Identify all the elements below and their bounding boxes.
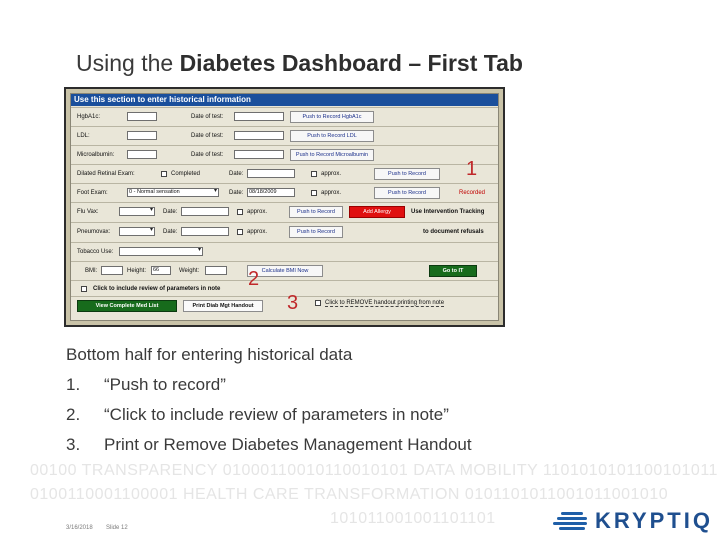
callout-3: 3 (287, 292, 299, 314)
bmi-label: BMI: (85, 268, 98, 274)
retinal-date-label: Date: (229, 171, 244, 177)
flu-date-input[interactable] (181, 207, 229, 216)
slide-number: Slide 12 (106, 525, 128, 531)
row-pneumovax: Pneumovax: Date: approx. Push to Record … (71, 222, 498, 242)
kryptiq-logo: KRYPTIQ (553, 508, 713, 534)
pneumo-approx-checkbox[interactable] (237, 229, 243, 235)
body-heading: Bottom half for entering historical data (66, 345, 353, 364)
row-ldl: LDL: Date of test: Push to Record LDL (71, 126, 498, 145)
weight-input[interactable] (205, 266, 227, 275)
add-allergy-button[interactable]: Add Allergy (349, 206, 405, 218)
include-review-label: Click to include review of parameters in… (93, 286, 221, 292)
intervention-note-1: Use Intervention Tracking (411, 209, 485, 215)
tobacco-select[interactable] (119, 247, 203, 256)
microalbumin-date-label: Date of test: (191, 152, 224, 158)
logo-mark-icon (553, 509, 589, 533)
go-to-it-button[interactable]: Go to IT (429, 265, 477, 277)
pneumo-approx-label: approx. (247, 229, 268, 235)
include-review-checkbox[interactable] (81, 286, 87, 292)
tobacco-label: Tobacco Use: (77, 249, 114, 255)
pneumovax-select[interactable] (119, 227, 155, 236)
completed-checkbox[interactable] (161, 171, 167, 177)
foot-exam-select[interactable]: 0 - Normal sensation (127, 188, 219, 197)
flu-approx-checkbox[interactable] (237, 209, 243, 215)
row-bmi: BMI: Height: 66 Weight: Calculate BMI No… (71, 261, 498, 280)
print-handout-button[interactable]: Print Diab Mgt Handout (183, 300, 263, 312)
microalbumin-input[interactable] (127, 150, 157, 159)
hgba1c-input[interactable] (127, 112, 157, 121)
height-input[interactable]: 66 (151, 266, 171, 275)
weight-label: Weight: (179, 268, 200, 274)
list-item: 2. “Click to include review of parameters… (66, 405, 449, 424)
view-med-list-button[interactable]: View Complete Med List (77, 300, 177, 312)
callout-2: 2 (248, 268, 260, 290)
push-retinal-button[interactable]: Push to Record (374, 168, 440, 180)
intervention-note-2: to document refusals (423, 229, 484, 235)
hgba1c-label: HgbA1c: (77, 114, 101, 120)
recorded-status: Recorded (459, 190, 486, 196)
row-retinal-exam: Dilated Retinal Exam: Completed Date: ap… (71, 164, 498, 183)
retinal-date-input[interactable] (247, 169, 295, 178)
ldl-date-label: Date of test: (191, 133, 224, 139)
push-microalbumin-button[interactable]: Push to Record Microalbumin (290, 149, 374, 161)
microalbumin-label: Microalbumin: (77, 152, 115, 158)
flu-vax-label: Flu Vax: (77, 209, 99, 215)
push-hgba1c-button[interactable]: Push to Record HgbA1c (290, 111, 374, 123)
pneumovax-label: Pneumovax: (77, 229, 111, 235)
retinal-approx-checkbox[interactable] (311, 171, 317, 177)
hgba1c-date-label: Date of test: (191, 114, 224, 120)
slide-date: 3/16/2018 (66, 525, 93, 531)
ldl-input[interactable] (127, 131, 157, 140)
pneumo-date-input[interactable] (181, 227, 229, 236)
list-item: 3. Print or Remove Diabetes Management Ha… (66, 435, 472, 454)
list-item: 1. “Push to record” (66, 375, 226, 394)
foot-date-label: Date: (229, 190, 244, 196)
row-microalbumin: Microalbumin: Date of test: Push to Reco… (71, 145, 498, 164)
foot-date-input[interactable]: 08/18/2009 (247, 188, 295, 197)
push-ldl-button[interactable]: Push to Record LDL (290, 130, 374, 142)
flu-date-label: Date: (163, 209, 178, 215)
section-header: Use this section to enter historical inf… (71, 94, 498, 106)
row-hgba1c: HgbA1c: Date of test: Push to Record Hgb… (71, 107, 498, 126)
row-tobacco: Tobacco Use: (71, 242, 498, 261)
remove-handout-label: Click to REMOVE handout printing from no… (325, 300, 445, 307)
row-include-review: Click to include review of parameters in… (71, 280, 498, 296)
watermark-line-3: 101011001001101101 (330, 510, 496, 527)
callout-1: 1 (466, 158, 478, 180)
historical-info-section: Use this section to enter historical inf… (70, 93, 499, 321)
foot-approx-label: approx. (321, 190, 342, 196)
ldl-date-input[interactable] (234, 131, 284, 140)
row-flu-vax: Flu Vax: Date: approx. Push to Record Ad… (71, 202, 498, 222)
logo-text: KRYPTIQ (595, 508, 713, 533)
watermark-line-1: 00100 TRANSPARENCY 01000110010110010101 … (30, 462, 718, 479)
flu-approx-label: approx. (247, 209, 268, 215)
dashboard-screenshot: Use this section to enter historical inf… (64, 87, 505, 327)
retinal-exam-label: Dilated Retinal Exam: (77, 171, 135, 177)
row-foot-exam: Foot Exam: 0 - Normal sensation Date: 08… (71, 183, 498, 202)
push-flu-button[interactable]: Push to Record (289, 206, 343, 218)
ldl-label: LDL: (77, 133, 90, 139)
bmi-input[interactable] (101, 266, 123, 275)
slide-title: Using the Diabetes Dashboard – First Tab (76, 50, 523, 76)
microalbumin-date-input[interactable] (234, 150, 284, 159)
row-med-list: View Complete Med List Print Diab Mgt Ha… (71, 296, 498, 320)
slide-body: Bottom half for entering historical data… (66, 340, 472, 460)
pneumo-date-label: Date: (163, 229, 178, 235)
retinal-approx-label: approx. (321, 171, 342, 177)
hgba1c-date-input[interactable] (234, 112, 284, 121)
flu-vax-select[interactable] (119, 207, 155, 216)
height-label: Height: (127, 268, 147, 274)
push-foot-button[interactable]: Push to Record (374, 187, 440, 199)
foot-exam-label: Foot Exam: (77, 190, 108, 196)
watermark-line-2: 0100110001100001 HEALTH CARE TRANSFORMAT… (30, 486, 669, 503)
foot-approx-checkbox[interactable] (311, 190, 317, 196)
completed-label: Completed (171, 171, 201, 177)
push-pneumo-button[interactable]: Push to Record (289, 226, 343, 238)
remove-handout-checkbox[interactable] (315, 300, 321, 306)
